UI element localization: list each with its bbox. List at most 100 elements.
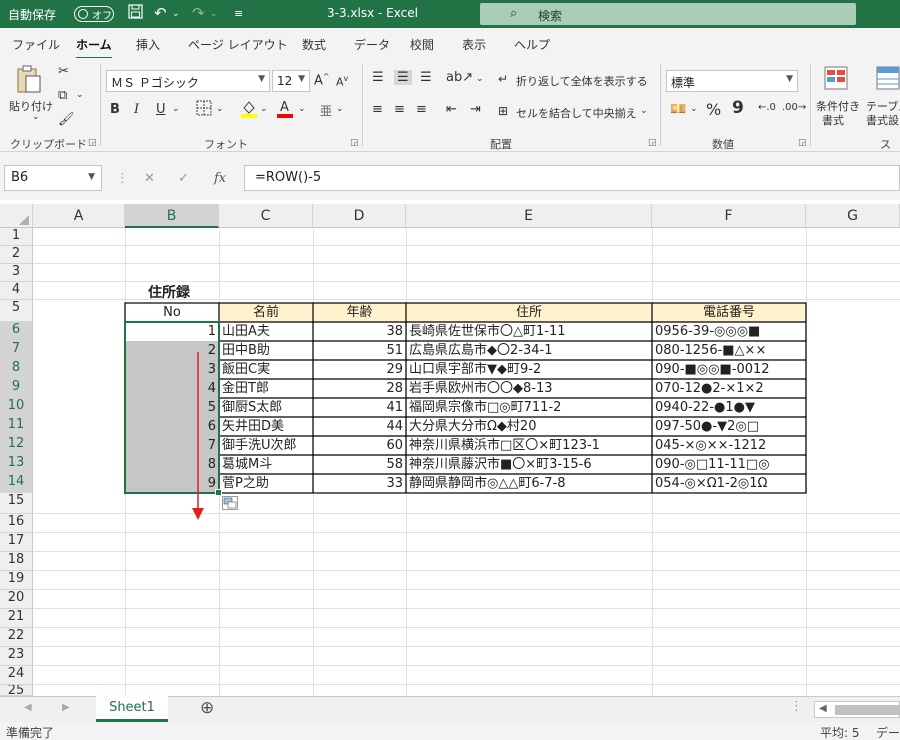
font-size-combo[interactable]: 12 ▼ — [272, 70, 310, 92]
cell-age[interactable]: 28 — [313, 380, 406, 398]
decrease-indent-icon[interactable]: ⇤ — [446, 102, 457, 117]
cell-no[interactable]: 4 — [125, 380, 219, 398]
cell-address[interactable]: 大分県大分市Ω◆村20 — [406, 418, 652, 436]
fill-color-icon[interactable] — [240, 98, 258, 122]
decrease-font-icon[interactable]: Av — [336, 74, 348, 89]
column-header-c[interactable]: C — [219, 204, 313, 228]
font-color-icon[interactable]: A — [276, 98, 294, 122]
row-header[interactable]: 4 — [0, 282, 33, 300]
cell-phone[interactable]: 097-50●-▼2◎□ — [652, 418, 806, 436]
cell-no[interactable]: 3 — [125, 361, 219, 379]
cell-phone[interactable]: 070-12●2-×1×2 — [652, 380, 806, 398]
status-average[interactable]: 平均: 5 — [820, 724, 860, 740]
row-header[interactable]: 7 — [0, 341, 33, 360]
conditional-format-icon[interactable] — [824, 66, 848, 94]
row-header[interactable]: 16 — [0, 514, 33, 533]
hscroll-grip-icon[interactable]: ⋮ — [790, 699, 803, 714]
row-header[interactable]: 17 — [0, 533, 33, 552]
wrap-text-button[interactable]: 折り返して全体を表示する — [516, 73, 648, 89]
tab-file[interactable]: ファイル — [12, 36, 60, 53]
accounting-format-icon[interactable]: 💴 — [670, 102, 686, 117]
column-header-d[interactable]: D — [313, 204, 406, 228]
increase-indent-icon[interactable]: ⇥ — [470, 102, 481, 117]
cell-name[interactable]: 矢井田D美 — [219, 418, 313, 436]
borders-icon[interactable] — [196, 100, 212, 120]
tab-help[interactable]: ヘルプ — [514, 36, 550, 53]
align-middle-icon[interactable]: ☰ — [394, 70, 412, 85]
cell-no[interactable]: 2 — [125, 342, 219, 360]
scroll-sheets-left-icon[interactable]: ◀ — [24, 702, 32, 713]
cell-phone[interactable]: 080-1256-■△×× — [652, 342, 806, 360]
merge-center-button[interactable]: セルを結合して中央揃え — [516, 105, 637, 121]
cell-phone[interactable]: 0956-39-◎◎◎■ — [652, 323, 806, 341]
cell-address[interactable]: 福岡県宗像市□◎町711-2 — [406, 399, 652, 417]
row-header[interactable]: 1 — [0, 228, 33, 246]
format-as-table-icon[interactable] — [876, 66, 900, 94]
number-format-combo[interactable]: 標準 ▼ — [666, 70, 798, 92]
row-header[interactable]: 23 — [0, 647, 33, 666]
italic-button[interactable]: I — [134, 102, 139, 117]
alignment-launcher-icon[interactable]: ◲ — [648, 138, 657, 148]
cell-phone[interactable]: 090-■◎◎■-0012 — [652, 361, 806, 379]
row-header[interactable]: 13 — [0, 455, 33, 474]
cell-address[interactable]: 長崎県佐世保市〇△町1-11 — [406, 323, 652, 341]
cell-name[interactable]: 御手洗U次郎 — [219, 437, 313, 455]
horizontal-scrollbar[interactable]: ◀ — [814, 701, 900, 718]
row-header[interactable]: 3 — [0, 264, 33, 282]
merge-dropdown-icon[interactable]: ⌄ — [640, 106, 648, 116]
cell-no[interactable]: 5 — [125, 399, 219, 417]
underline-dropdown-icon[interactable]: ⌄ — [172, 104, 180, 114]
header-cell-address[interactable]: 住所 — [406, 304, 652, 322]
scrollbar-thumb[interactable] — [835, 705, 900, 715]
select-all-corner[interactable] — [0, 204, 33, 228]
cell-name[interactable]: 金田T郎 — [219, 380, 313, 398]
font-launcher-icon[interactable]: ◲ — [350, 138, 359, 148]
cell-age[interactable]: 33 — [313, 475, 406, 493]
column-header-e[interactable]: E — [406, 204, 652, 228]
row-header[interactable]: 10 — [0, 398, 33, 417]
format-painter-icon[interactable]: 🖌 — [58, 112, 75, 127]
row-header[interactable]: 5 — [0, 300, 33, 322]
increase-font-icon[interactable]: A^ — [314, 72, 330, 88]
cell-address[interactable]: 岩手県欧州市〇〇◆8-13 — [406, 380, 652, 398]
cell-no[interactable]: 8 — [125, 456, 219, 474]
auto-fill-options-button[interactable] — [222, 496, 238, 510]
cell-phone[interactable]: 054-◎×Ω1-2◎1Ω — [652, 475, 806, 493]
cancel-icon[interactable]: ✕ — [144, 171, 155, 186]
enter-icon[interactable]: ✓ — [178, 171, 189, 186]
column-header-g[interactable]: G — [806, 204, 900, 228]
search-box[interactable]: ⌕ 検索 — [480, 3, 856, 25]
cell-age[interactable]: 51 — [313, 342, 406, 360]
tab-page-layout[interactable]: ページ レイアウト — [188, 36, 288, 53]
cell-no[interactable]: 9 — [125, 475, 219, 493]
tab-insert[interactable]: 挿入 — [136, 36, 160, 53]
row-header[interactable]: 24 — [0, 666, 33, 685]
save-icon[interactable] — [128, 4, 143, 23]
cell-name[interactable]: 田中B助 — [219, 342, 313, 360]
cell-address[interactable]: 神奈川県横浜市□区〇×町123-1 — [406, 437, 652, 455]
cell-name[interactable]: 飯田C実 — [219, 361, 313, 379]
customize-qat-icon[interactable]: ≡ — [234, 7, 243, 20]
name-box[interactable]: B6 ▼ — [4, 165, 102, 191]
cell-address[interactable]: 広島県広島市◆〇2-34-1 — [406, 342, 652, 360]
row-header[interactable]: 18 — [0, 552, 33, 571]
row-header[interactable]: 6 — [0, 322, 33, 341]
comma-style-button[interactable]: 9 — [732, 98, 744, 118]
cell-name[interactable]: 葛城M斗 — [219, 456, 313, 474]
tab-data[interactable]: データ — [354, 36, 390, 53]
percent-style-button[interactable]: % — [706, 100, 721, 119]
cell-phone[interactable]: 0940-22-●1●▼ — [652, 399, 806, 417]
tab-review[interactable]: 校閲 — [410, 36, 434, 53]
font-color-dropdown-icon[interactable]: ⌄ — [298, 104, 306, 114]
undo-icon[interactable]: ↶ — [154, 4, 167, 22]
number-launcher-icon[interactable]: ◲ — [798, 138, 807, 148]
row-header[interactable]: 11 — [0, 417, 33, 436]
column-header-b[interactable]: B — [125, 204, 219, 228]
formula-input[interactable]: =ROW()-5 — [244, 165, 900, 191]
tab-formulas[interactable]: 数式 — [302, 36, 326, 53]
cell-address[interactable]: 山口県宇部市▼◆町9-2 — [406, 361, 652, 379]
paste-dropdown-icon[interactable]: ⌄ — [32, 112, 40, 122]
borders-dropdown-icon[interactable]: ⌄ — [216, 104, 224, 114]
accounting-dropdown-icon[interactable]: ⌄ — [690, 104, 698, 114]
row-header[interactable]: 21 — [0, 609, 33, 628]
